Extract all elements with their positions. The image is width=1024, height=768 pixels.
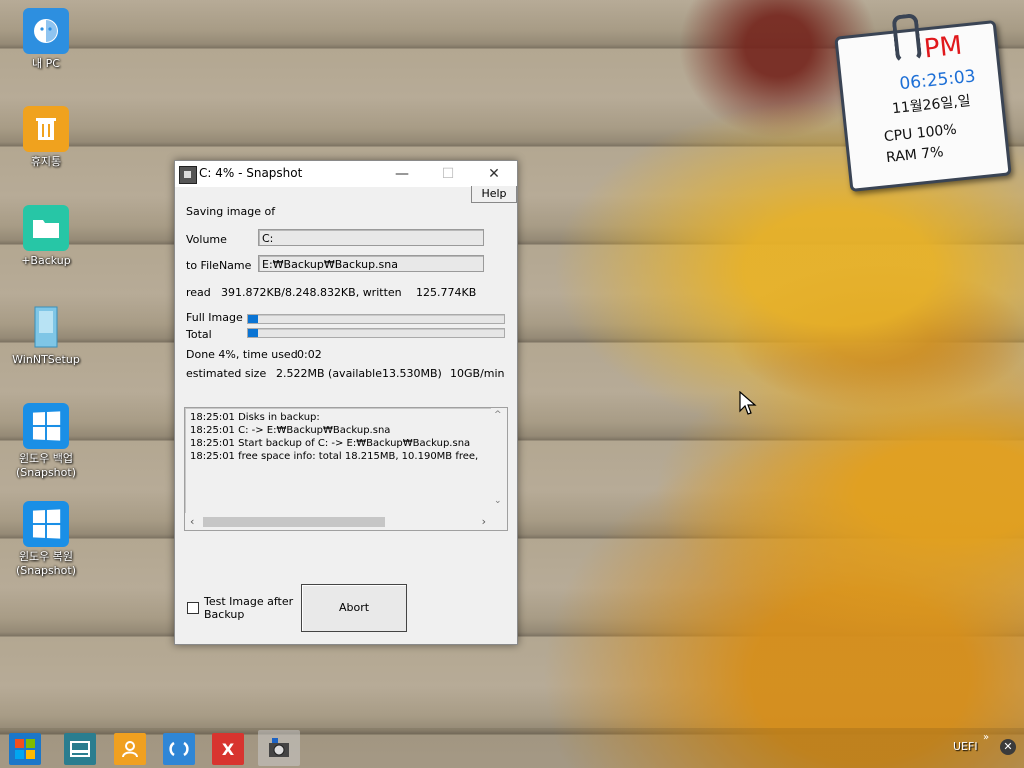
window-titlebar[interactable]: C: 4% - Snapshot — ☐ ✕ — [175, 161, 517, 187]
setup-icon — [23, 304, 69, 350]
filename-field: E:₩Backup₩Backup.sna — [258, 255, 484, 272]
test-image-checkbox[interactable] — [187, 602, 199, 614]
total-label: Total — [186, 328, 212, 341]
refresh-icon — [169, 741, 189, 757]
user-icon — [122, 741, 138, 758]
desktop-icon-recycle-bin[interactable]: 휴지통 — [6, 106, 86, 169]
start-button[interactable] — [9, 733, 41, 765]
taskbar — [0, 728, 1024, 768]
filename-label: to FileName — [186, 259, 252, 272]
snapshot-window: C: 4% - Snapshot — ☐ ✕ Help Saving image… — [174, 160, 518, 645]
estimated-size-value: 2.522MB (available — [276, 367, 382, 380]
scroll-right-icon[interactable]: › — [482, 515, 486, 528]
desktop-icon-label: 윈도우 복원 — [18, 550, 74, 563]
desktop-icon-my-pc[interactable]: 내 PC — [6, 8, 86, 71]
desktop-icon-windows-backup[interactable]: 윈도우 백업 (Snapshot) — [6, 403, 86, 480]
scroll-down-icon[interactable]: ⌄ — [494, 496, 502, 506]
desktop-icon-label: 내 PC — [32, 57, 60, 70]
taskbar-refresh-button[interactable] — [163, 733, 195, 765]
test-image-label: Test Image after Backup — [204, 595, 293, 621]
snapshot-app-icon — [179, 166, 197, 184]
volume-label: Volume — [186, 233, 227, 246]
estimated-size-label: estimated size — [186, 367, 267, 380]
test-image-label-line2: Backup — [204, 608, 245, 621]
taskbar-x-app-button[interactable]: X — [212, 733, 244, 765]
total-progress-fill — [248, 329, 259, 337]
log-box[interactable]: 18:25:01 Disks in backup: 18:25:01 C: ->… — [184, 407, 508, 531]
folder-icon — [23, 205, 69, 251]
time-used: 0:02 — [297, 348, 322, 361]
taskbar-snapshot-button[interactable] — [258, 730, 300, 766]
windows-logo-icon — [23, 403, 69, 449]
abort-button[interactable]: Abort — [301, 584, 407, 632]
tray-uefi-label: UEFI — [953, 740, 978, 753]
desktop-icon-label: +Backup — [21, 254, 71, 267]
paperclip-icon — [891, 13, 923, 64]
desktop-icon-winntsetup[interactable]: WinNTSetup — [6, 304, 86, 367]
minimize-button[interactable]: — — [379, 161, 425, 187]
taskbar-explorer-button[interactable] — [64, 733, 96, 765]
desktop-icon-sublabel: (Snapshot) — [15, 466, 76, 479]
taskbar-user-button[interactable] — [114, 733, 146, 765]
log-line: 18:25:01 Disks in backup: — [190, 412, 320, 423]
desktop-icon-backup-folder[interactable]: +Backup — [6, 205, 86, 268]
tray-expand-icon[interactable]: » — [983, 732, 989, 743]
written-value: 125.774KB — [416, 286, 477, 299]
desktop-icon-windows-restore[interactable]: 윈도우 복원 (Snapshot) — [6, 501, 86, 578]
read-label: read — [186, 286, 211, 299]
tray-close-icon[interactable]: ✕ — [1000, 739, 1016, 755]
volume-field: C: — [258, 229, 484, 246]
available-value: 13.530MB) — [382, 367, 442, 380]
total-progress-bar — [247, 328, 505, 338]
log-horizontal-scrollbar[interactable]: ‹ › — [185, 513, 491, 530]
recycle-bin-icon — [23, 106, 69, 152]
desktop-icon-sublabel: (Snapshot) — [15, 564, 76, 577]
computer-icon — [23, 8, 69, 54]
window-title: C: 4% - Snapshot — [199, 166, 303, 180]
maximize-button[interactable]: ☐ — [425, 161, 471, 187]
help-button[interactable]: Help — [471, 186, 517, 203]
log-vertical-scrollbar[interactable]: ^ ⌄ — [491, 408, 507, 512]
ram-usage: RAM 7% — [885, 144, 945, 167]
full-image-label: Full Image — [186, 311, 243, 324]
test-image-label-line1: Test Image after — [204, 595, 294, 608]
clock-ampm: PM — [922, 30, 964, 65]
full-image-progress-bar — [247, 314, 505, 324]
mouse-cursor-icon — [739, 391, 757, 415]
desktop-icon-label: 휴지통 — [30, 155, 62, 168]
log-line: 18:25:01 free space info: total 18.215MB… — [190, 451, 479, 462]
saving-heading: Saving image of — [186, 205, 276, 218]
done-text: Done 4%, time used — [186, 348, 298, 361]
clock-date: 11월26일,일 — [891, 93, 972, 118]
log-line: 18:25:01 Start backup of C: -> E:₩Backup… — [190, 438, 471, 449]
close-button[interactable]: ✕ — [471, 161, 517, 187]
windows-start-icon — [15, 739, 35, 759]
scroll-left-icon[interactable]: ‹ — [190, 515, 194, 528]
windows-logo-icon — [23, 501, 69, 547]
scroll-thumb[interactable] — [203, 517, 385, 527]
full-image-progress-fill — [248, 315, 259, 323]
read-value: 391.872KB/8.248.832KB, written — [221, 286, 402, 299]
scroll-up-icon[interactable]: ^ — [494, 410, 502, 420]
clock-gadget: PM 06:25:03 11월26일,일 CPU 100% RAM 7% — [834, 13, 1012, 193]
snapshot-icon — [269, 738, 289, 757]
cpu-usage: CPU 100% — [883, 121, 958, 146]
x-app-icon: X — [221, 739, 235, 759]
speed-value: 10GB/min — [450, 367, 505, 380]
window-icon — [70, 741, 90, 757]
log-line: 18:25:01 C: -> E:₩Backup₩Backup.sna — [190, 425, 391, 436]
desktop-icon-label: WinNTSetup — [12, 353, 80, 366]
desktop-icon-label: 윈도우 백업 — [18, 452, 74, 465]
